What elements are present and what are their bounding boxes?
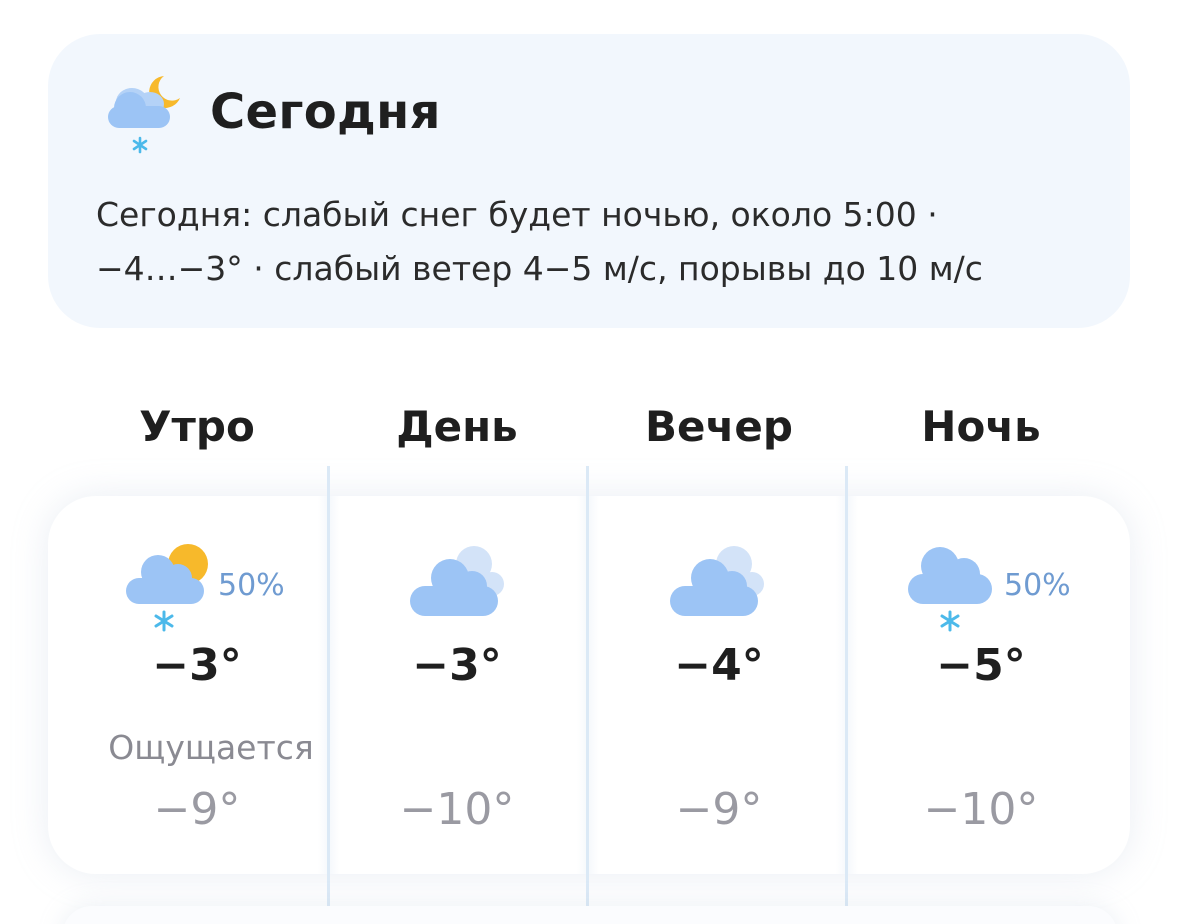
temperature-day: −3° — [412, 640, 502, 691]
temperature-morning: −3° — [152, 640, 242, 691]
feels-like-morning: −9° — [153, 784, 241, 835]
precipitation-chance: 50% — [218, 568, 285, 603]
period-title-night: Ночь — [921, 402, 1041, 451]
cloud-snow-icon — [908, 547, 992, 632]
feels-like-label: Ощущается — [108, 728, 314, 767]
cloudy-icon — [670, 546, 764, 616]
cloudy-icon — [410, 546, 504, 616]
period-title-day: День — [396, 402, 518, 451]
today-description-line: Сегодня: слабый снег будет ночью, около … — [96, 195, 938, 234]
temperature-evening: −4° — [674, 640, 764, 691]
feels-like-day: −10° — [399, 784, 515, 835]
cloud-sun-snow-icon — [126, 544, 208, 632]
today-description: Сегодня: слабый снег будет ночью, около … — [96, 188, 1076, 296]
divider-line — [327, 466, 330, 924]
temperature-night: −5° — [936, 640, 1026, 691]
divider-line — [845, 466, 848, 924]
today-title: Сегодня — [210, 84, 441, 140]
period-title-evening: Вечер — [645, 402, 793, 451]
precipitation-chance: 50% — [1004, 568, 1071, 603]
divider-line — [586, 466, 589, 924]
period-title-morning: Утро — [139, 402, 255, 451]
feels-like-night: −10° — [923, 784, 1039, 835]
cloud-moon-snow-icon — [108, 76, 180, 154]
next-card[interactable] — [62, 906, 1118, 924]
today-description-line: −4…−3° · слабый ветер 4−5 м/с, порывы до… — [96, 249, 983, 288]
feels-like-evening: −9° — [675, 784, 763, 835]
weather-page: Сегодня Сегодня: слабый снег будет ночью… — [0, 0, 1179, 924]
